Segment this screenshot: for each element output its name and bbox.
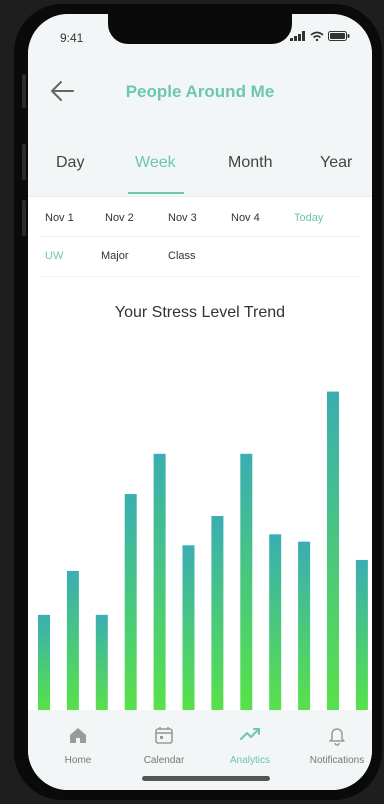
chart-bar — [124, 494, 137, 710]
chart-bar — [182, 545, 195, 710]
filter-uw[interactable]: UW — [45, 250, 63, 262]
chart-bar — [211, 516, 224, 710]
status-icons — [290, 31, 350, 41]
analytics-icon — [240, 728, 260, 740]
mute-switch — [22, 74, 26, 108]
tabbar-calendar[interactable]: Calendar — [129, 724, 199, 768]
date-nov-1[interactable]: Nov 1 — [45, 212, 74, 224]
bars-group — [38, 391, 368, 710]
chart-bar — [269, 534, 282, 710]
bottom-tab-bar: Home Calendar Analytics Notifications — [28, 710, 372, 790]
tabbar-notifications-label: Notifications — [309, 755, 365, 766]
tabbar-calendar-label: Calendar — [143, 755, 185, 766]
signal-icon — [290, 31, 305, 41]
chart-bar — [38, 614, 50, 710]
tab-year[interactable]: Year — [320, 154, 352, 172]
battery-icon — [328, 31, 350, 41]
chart-bar — [327, 391, 339, 710]
date-nov-4[interactable]: Nov 4 — [231, 212, 260, 224]
volume-up-button — [22, 144, 26, 180]
status-time: 9:41 — [60, 31, 84, 45]
filter-major[interactable]: Major — [101, 250, 129, 262]
tabbar-home[interactable]: Home — [43, 724, 113, 768]
screen: 9:41 People Around Me Day Week Month Yea… — [28, 14, 372, 790]
date-nov-2[interactable]: Nov 2 — [105, 212, 134, 224]
chart-bar — [153, 453, 166, 710]
filter-class[interactable]: Class — [168, 250, 196, 262]
group-filter: UW Major Class — [40, 236, 360, 277]
bell-icon — [329, 728, 345, 746]
chart-bar — [95, 614, 108, 710]
chart-bar — [240, 453, 253, 710]
date-today[interactable]: Today — [294, 212, 323, 224]
active-tab-indicator — [128, 192, 184, 194]
tabbar-home-label: Home — [64, 755, 92, 766]
calendar-icon — [155, 727, 173, 744]
chart-bar — [355, 559, 368, 710]
period-tabs: Day Week Month Year — [28, 134, 372, 197]
date-nov-3[interactable]: Nov 3 — [168, 212, 197, 224]
tabbar-analytics[interactable]: Analytics — [215, 724, 285, 768]
notch — [108, 14, 292, 44]
stress-bar-chart — [38, 391, 368, 710]
page-title: People Around Me — [125, 82, 275, 101]
tab-week[interactable]: Week — [135, 154, 176, 172]
home-icon — [70, 728, 86, 743]
tab-day[interactable]: Day — [56, 154, 84, 172]
tabbar-notifications[interactable]: Notifications — [302, 724, 372, 768]
header: People Around Me — [28, 64, 372, 134]
home-indicator — [142, 776, 270, 781]
chart-title: Your Stress Level Trend — [114, 304, 286, 321]
tab-month[interactable]: Month — [228, 154, 272, 172]
tabbar-analytics-label: Analytics — [229, 755, 270, 766]
date-selector: Nov 1 Nov 2 Nov 3 Nov 4 Today — [40, 196, 360, 237]
chart-bar — [298, 541, 311, 710]
chart-bar — [66, 570, 79, 710]
volume-down-button — [22, 200, 26, 236]
wifi-icon — [310, 31, 324, 41]
